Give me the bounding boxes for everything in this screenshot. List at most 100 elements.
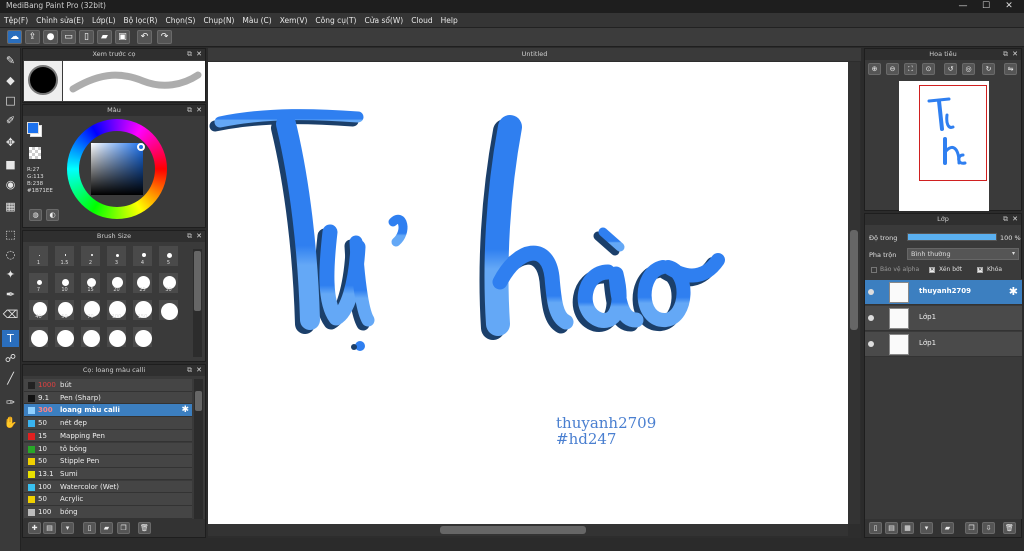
- move-tool-icon[interactable]: ✥: [2, 134, 19, 151]
- flip-horizontal-icon[interactable]: ⇋: [1004, 63, 1017, 75]
- brush-size-cell[interactable]: 30: [158, 272, 179, 294]
- brush-size-cell[interactable]: [54, 326, 75, 348]
- menu-help[interactable]: Help: [437, 13, 462, 28]
- panel-close-icon[interactable]: ✕: [1012, 214, 1018, 225]
- new-file-icon[interactable]: ▯: [79, 30, 94, 44]
- delete-layer-icon[interactable]: 🗑: [1003, 522, 1016, 534]
- delete-brush-icon[interactable]: 🗑: [138, 522, 151, 534]
- layer-row[interactable]: Lớp1: [865, 332, 1022, 357]
- brush-list-item[interactable]: 13.1 Sumi: [24, 467, 192, 481]
- brush-settings-icon[interactable]: ▤: [43, 522, 56, 534]
- brush-list-item[interactable]: 50 nét đẹp: [24, 417, 192, 430]
- brush-size-cell[interactable]: 25: [132, 272, 153, 294]
- minimize-button[interactable]: —: [952, 0, 974, 13]
- menu-select[interactable]: Chọn(S): [161, 13, 199, 28]
- lasso-select-icon[interactable]: ◌: [2, 246, 19, 263]
- dot-pen-icon[interactable]: ✐: [2, 112, 19, 129]
- eraser-tool-icon[interactable]: ◆: [2, 72, 19, 89]
- panel-close-icon[interactable]: ✕: [196, 231, 202, 242]
- folder-icon[interactable]: ▰: [100, 522, 113, 534]
- brush-size-cell[interactable]: 1.5: [54, 245, 75, 267]
- rotate-reset-icon[interactable]: ◎: [962, 63, 975, 75]
- layer-visibility-icon[interactable]: [868, 341, 874, 347]
- protect-alpha-checkbox[interactable]: [871, 267, 877, 273]
- new-layer-icon[interactable]: ▯: [869, 522, 882, 534]
- bucket-tool-icon[interactable]: ◉: [2, 176, 19, 193]
- copy-brush-icon[interactable]: ▯: [83, 522, 96, 534]
- brush-size-cell[interactable]: 20: [106, 272, 127, 294]
- canvas-horizontal-scrollbar[interactable]: [208, 524, 848, 536]
- select-eraser-icon[interactable]: ⌫: [2, 306, 19, 323]
- merge-layer-icon[interactable]: ⇩: [982, 522, 995, 534]
- popout-icon[interactable]: ⧉: [1003, 49, 1008, 60]
- hand-tool-icon[interactable]: ✋: [2, 414, 19, 431]
- brush-list-item[interactable]: 50 Acrylic: [24, 493, 192, 506]
- undo-icon[interactable]: ↶: [137, 30, 152, 44]
- zoom-in-icon[interactable]: ⊕: [868, 63, 881, 75]
- fit-view-icon[interactable]: ⛶: [904, 63, 917, 75]
- canvas-vertical-scrollbar[interactable]: [848, 62, 860, 524]
- brush-menu-icon[interactable]: ▾: [61, 522, 74, 534]
- brush-list-item[interactable]: 9.1 Pen (Sharp): [24, 391, 192, 405]
- rectangle-fill-icon[interactable]: ■: [2, 156, 19, 173]
- navigator-thumbnail[interactable]: [899, 81, 989, 211]
- palette-icon[interactable]: ◍: [29, 209, 42, 221]
- brush-size-cell[interactable]: 10: [54, 272, 75, 294]
- rect-select-icon[interactable]: ⬚: [2, 226, 19, 243]
- layer-row[interactable]: Lớp1: [865, 306, 1022, 331]
- menu-edit[interactable]: Chỉnh sửa(E): [32, 13, 88, 28]
- brush-size-cell[interactable]: 40: [28, 299, 49, 321]
- shape-tool-icon[interactable]: □: [2, 92, 19, 109]
- brush-list-item[interactable]: 100 bóng: [24, 506, 192, 519]
- layer-settings-gear-icon[interactable]: ✱: [1009, 285, 1018, 298]
- new-halftone-layer-icon[interactable]: ▤: [885, 522, 898, 534]
- brush-size-cell[interactable]: 7: [28, 272, 49, 294]
- text-tool-icon[interactable]: T: [2, 330, 19, 347]
- cloud-icon[interactable]: ☁: [7, 30, 22, 44]
- foreground-color-swatch[interactable]: [27, 122, 39, 134]
- operation-tool-icon[interactable]: ☍: [2, 350, 19, 367]
- layer-visibility-icon[interactable]: [868, 289, 874, 295]
- rotate-right-icon[interactable]: ↻: [982, 63, 995, 75]
- menu-cloud[interactable]: Cloud: [407, 13, 436, 28]
- brush-list-scrollbar[interactable]: [194, 379, 203, 519]
- brush-list-item[interactable]: 10 tô bóng: [24, 442, 192, 456]
- brush-size-cell[interactable]: 1: [28, 245, 49, 267]
- brush-size-cell[interactable]: [132, 326, 153, 348]
- brush-size-cell[interactable]: 100: [106, 299, 127, 321]
- duplicate-icon[interactable]: ❐: [117, 522, 130, 534]
- close-button[interactable]: ✕: [998, 0, 1020, 13]
- color-picker-cursor[interactable]: [137, 143, 145, 151]
- opacity-slider[interactable]: [907, 233, 997, 241]
- brush-size-cell[interactable]: [106, 326, 127, 348]
- menu-tools[interactable]: Công cụ(T): [311, 13, 360, 28]
- duplicate-layer-icon[interactable]: ❐: [965, 522, 978, 534]
- saturation-value-square[interactable]: [91, 143, 143, 195]
- brush-size-cell[interactable]: [28, 326, 49, 348]
- brush-size-cell[interactable]: 50: [54, 299, 75, 321]
- panel-close-icon[interactable]: ✕: [196, 365, 202, 376]
- brush-list-item[interactable]: 100 Watercolor (Wet): [24, 480, 192, 494]
- hue-ring[interactable]: [67, 119, 167, 219]
- layer-folder-icon[interactable]: ▰: [941, 522, 954, 534]
- brush-size-cell[interactable]: [158, 299, 179, 321]
- magic-wand-icon[interactable]: ✦: [2, 266, 19, 283]
- menu-file[interactable]: Tệp(F): [0, 13, 32, 28]
- brush-size-cell[interactable]: 150: [132, 299, 153, 321]
- panel-close-icon[interactable]: ✕: [196, 105, 202, 116]
- menu-layer[interactable]: Lớp(L): [88, 13, 120, 28]
- brush-list-item[interactable]: 50 Stipple Pen: [24, 455, 192, 468]
- brush-list-item[interactable]: 15 Mapping Pen: [24, 429, 192, 443]
- brush-size-cell[interactable]: 5: [158, 245, 179, 267]
- panel-close-icon[interactable]: ✕: [196, 49, 202, 60]
- lock-checkbox[interactable]: ✕: [977, 267, 983, 273]
- brush-size-cell[interactable]: 2: [80, 245, 101, 267]
- upload-icon[interactable]: ⇪: [25, 30, 40, 44]
- brush-size-cell[interactable]: 70: [80, 299, 101, 321]
- brush-settings-gear-icon[interactable]: ✱: [181, 404, 189, 416]
- popout-icon[interactable]: ⧉: [1003, 214, 1008, 225]
- layer-row[interactable]: thuyanh2709 ✱: [865, 280, 1022, 305]
- brush-list-item[interactable]: 300 loang màu calli ✱: [24, 404, 192, 417]
- transparent-swatch[interactable]: [29, 147, 41, 159]
- add-brush-icon[interactable]: ✚: [28, 522, 41, 534]
